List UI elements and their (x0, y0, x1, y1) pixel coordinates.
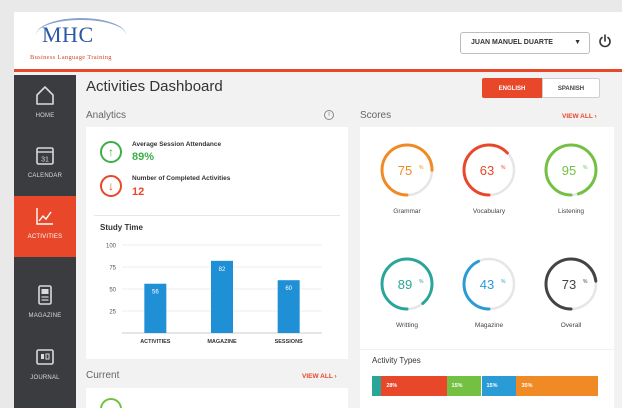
journal-icon (36, 349, 54, 365)
score-gauge: 89% (380, 257, 434, 311)
divider (94, 215, 340, 216)
gauge-value: 73 (562, 277, 576, 292)
score-grammar[interactable]: 75% Grammar (372, 140, 442, 236)
sidebar-item-label: ACTIVITIES (27, 234, 63, 240)
bar-value-label: 60 (285, 286, 292, 292)
arrow-down-icon: ↓ (100, 175, 122, 197)
analytics-heading: Analytics (86, 110, 127, 121)
chart-title: Study Time (100, 223, 143, 232)
score-gauge: 63% (462, 143, 516, 197)
current-view-all-link[interactable]: VIEW ALL › (302, 373, 337, 380)
score-overall[interactable]: 73% Overall (536, 254, 606, 350)
score-gauge: 95% (544, 143, 598, 197)
bar-value-label: 56 (152, 290, 159, 296)
y-tick-label: 25 (109, 310, 116, 316)
sidebar-item-label: MAGAZINE (28, 313, 62, 319)
gauge-percent-sign: % (501, 165, 506, 171)
user-name: JUAN MANUEL DUARTE (471, 39, 553, 46)
gauge-label: Listening (557, 208, 585, 215)
gauge-value: 63 (480, 163, 494, 178)
logo[interactable]: MHC (42, 22, 94, 48)
score-gauge: 43% (462, 257, 516, 311)
activity-segment[interactable]: 35% (516, 376, 598, 396)
gauge-value: 43 (480, 277, 494, 292)
view-all-label: VIEW ALL (562, 113, 593, 120)
score-gauge: 73% (544, 257, 598, 311)
arrow-up-icon: ↑ (100, 141, 122, 163)
sidebar-item-journal[interactable]: JOURNAL (14, 337, 76, 395)
activities-chart-icon (36, 208, 53, 225)
sidebar: HOME 31 CALENDAR ACTIVITIES MAGAZINE JOU… (14, 75, 76, 408)
gauge-label: Overall (560, 322, 582, 329)
gauge-label: Vocabulary (472, 208, 506, 215)
scores-heading: Scores (360, 110, 392, 121)
score-writting[interactable]: 89% Writting (372, 254, 442, 350)
sidebar-item-magazine[interactable]: MAGAZINE (14, 275, 76, 333)
activity-segment[interactable]: 15% (481, 376, 517, 396)
x-tick-label: MAGAZINE (207, 339, 237, 345)
gauge-percent-sign: % (583, 279, 588, 285)
logo-tagline: Business Language Training (30, 54, 112, 61)
activity-segment[interactable]: 28% (381, 376, 447, 396)
stat-value-attendance: 89% (132, 151, 155, 163)
x-tick-label: ACTIVITIES (140, 339, 171, 345)
view-all-label: VIEW ALL (302, 373, 333, 380)
activity-segment[interactable] (372, 376, 382, 396)
magazine-icon (38, 285, 52, 305)
sidebar-item-label: JOURNAL (30, 375, 60, 381)
gauge-value: 75 (398, 163, 412, 178)
language-english-button[interactable]: ENGLISH (482, 78, 542, 98)
gauge-label: Writting (396, 322, 418, 329)
calendar-icon-day: 31 (41, 157, 49, 164)
gauge-percent-sign: % (501, 279, 506, 285)
sidebar-item-label: HOME (35, 113, 55, 119)
score-gauge: 75% (380, 143, 434, 197)
calendar-icon: 31 (36, 147, 54, 165)
sidebar-item-label: CALENDAR (27, 173, 63, 179)
sidebar-item-calendar[interactable]: 31 CALENDAR (14, 135, 76, 193)
current-heading: Current (86, 370, 120, 381)
gauge-label: Grammar (393, 208, 421, 215)
sidebar-item-home[interactable]: HOME (14, 75, 76, 133)
power-icon[interactable] (598, 34, 612, 48)
top-header: MHC Business Language Training JUAN MANU… (14, 12, 622, 72)
gauge-percent-sign: % (419, 279, 424, 285)
gauge-percent-sign: % (419, 165, 424, 171)
activity-segment[interactable]: 15% (446, 376, 482, 396)
x-tick-label: SESSIONS (275, 339, 303, 345)
gauge-value: 95 (562, 163, 576, 178)
score-vocabulary[interactable]: 63% Vocabulary (454, 140, 524, 236)
home-icon (36, 86, 54, 105)
user-menu-dropdown[interactable]: JUAN MANUEL DUARTE ▼ (460, 32, 590, 54)
bar-value-label: 82 (219, 267, 226, 273)
stat-label-completed: Number of Completed Activities (132, 175, 231, 182)
score-listening[interactable]: 95% Listening (536, 140, 606, 236)
analytics-card: ↑ Average Session Attendance 89% ↓ Numbe… (86, 127, 348, 359)
language-spanish-button[interactable]: SPANISH (542, 78, 600, 98)
scores-view-all-link[interactable]: VIEW ALL › (562, 113, 597, 120)
stat-value-completed: 12 (132, 186, 145, 198)
y-tick-label: 75 (109, 266, 116, 272)
page-title: Activities Dashboard (86, 78, 223, 95)
chevron-down-icon: ▼ (574, 39, 581, 46)
current-card (86, 388, 348, 408)
activity-types-heading: Activity Types (372, 356, 421, 365)
gauge-value: 89 (398, 277, 412, 292)
current-status-icon (100, 398, 122, 408)
score-magazine[interactable]: 43% Magazine (454, 254, 524, 350)
y-tick-label: 50 (109, 288, 116, 294)
y-tick-label: 100 (106, 244, 117, 250)
gauge-percent-sign: % (583, 165, 588, 171)
info-icon[interactable]: i (324, 110, 334, 120)
gauge-label: Magazine (474, 322, 504, 329)
sidebar-item-activities[interactable]: ACTIVITIES (14, 196, 76, 257)
study-time-chart: 100 75 50 25 56 ACTIVITIES 82 MAGAZINE 60 SESSION… (106, 244, 322, 345)
app-window: MHC Business Language Training JUAN MANU… (14, 12, 622, 408)
stat-label-attendance: Average Session Attendance (132, 141, 222, 148)
